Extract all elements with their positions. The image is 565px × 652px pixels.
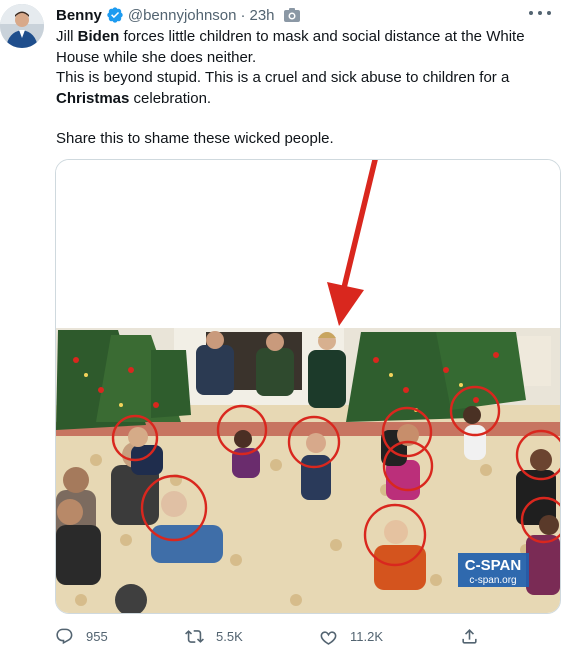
retweet-button[interactable]: 5.5K [185,627,243,646]
retweet-icon [185,627,204,646]
text-segment: celebration. [129,89,212,107]
text-bold-segment: Christmas [56,89,130,107]
camera-icon [283,7,301,23]
text-segment: Jill [56,28,78,45]
tweet-actions: 955 5.5K 11.2K [55,624,495,648]
like-count: 11.2K [350,628,384,644]
avatar-image [0,4,44,48]
author-handle[interactable]: @bennyjohnson [128,7,237,24]
like-button[interactable]: 11.2K [319,627,383,646]
tweet-paragraph-2: This is beyond stupid. This is a cruel a… [56,68,546,109]
reply-button[interactable]: 955 [55,627,108,646]
avatar[interactable] [0,4,44,48]
tweet-time[interactable]: 23h [249,7,274,24]
text-bold-segment: Biden [77,28,120,45]
tweet-header: Benny @bennyjohnson · 23h [56,5,301,25]
tweet-media[interactable]: C-SPAN c-span.org [55,159,561,614]
reply-count: 955 [86,628,108,644]
reply-icon [55,627,74,646]
more-icon[interactable] [529,4,551,22]
share-button[interactable] [460,627,479,646]
tweet-text: Jill Biden forces little children to mas… [56,27,546,150]
verified-badge-icon [106,6,124,24]
tweet-paragraph-3: Share this to shame these wicked people. [56,130,334,147]
text-segment: This is beyond stupid. This is a cruel a… [56,69,510,86]
text-segment: forces little children to mask and socia… [56,28,525,66]
separator-dot: · [240,6,246,24]
tweet-paragraph-1: Jill Biden forces little children to mas… [56,27,546,68]
retweet-count: 5.5K [216,628,243,644]
cspan-brand: C-SPAN [465,557,521,574]
cspan-url: c-span.org [469,575,516,586]
tweet: Benny @bennyjohnson · 23h Jill Biden for… [0,0,565,652]
author-name[interactable]: Benny [56,7,102,24]
like-icon [319,627,338,646]
media-photo: C-SPAN c-span.org [56,160,560,613]
share-icon [460,627,479,646]
